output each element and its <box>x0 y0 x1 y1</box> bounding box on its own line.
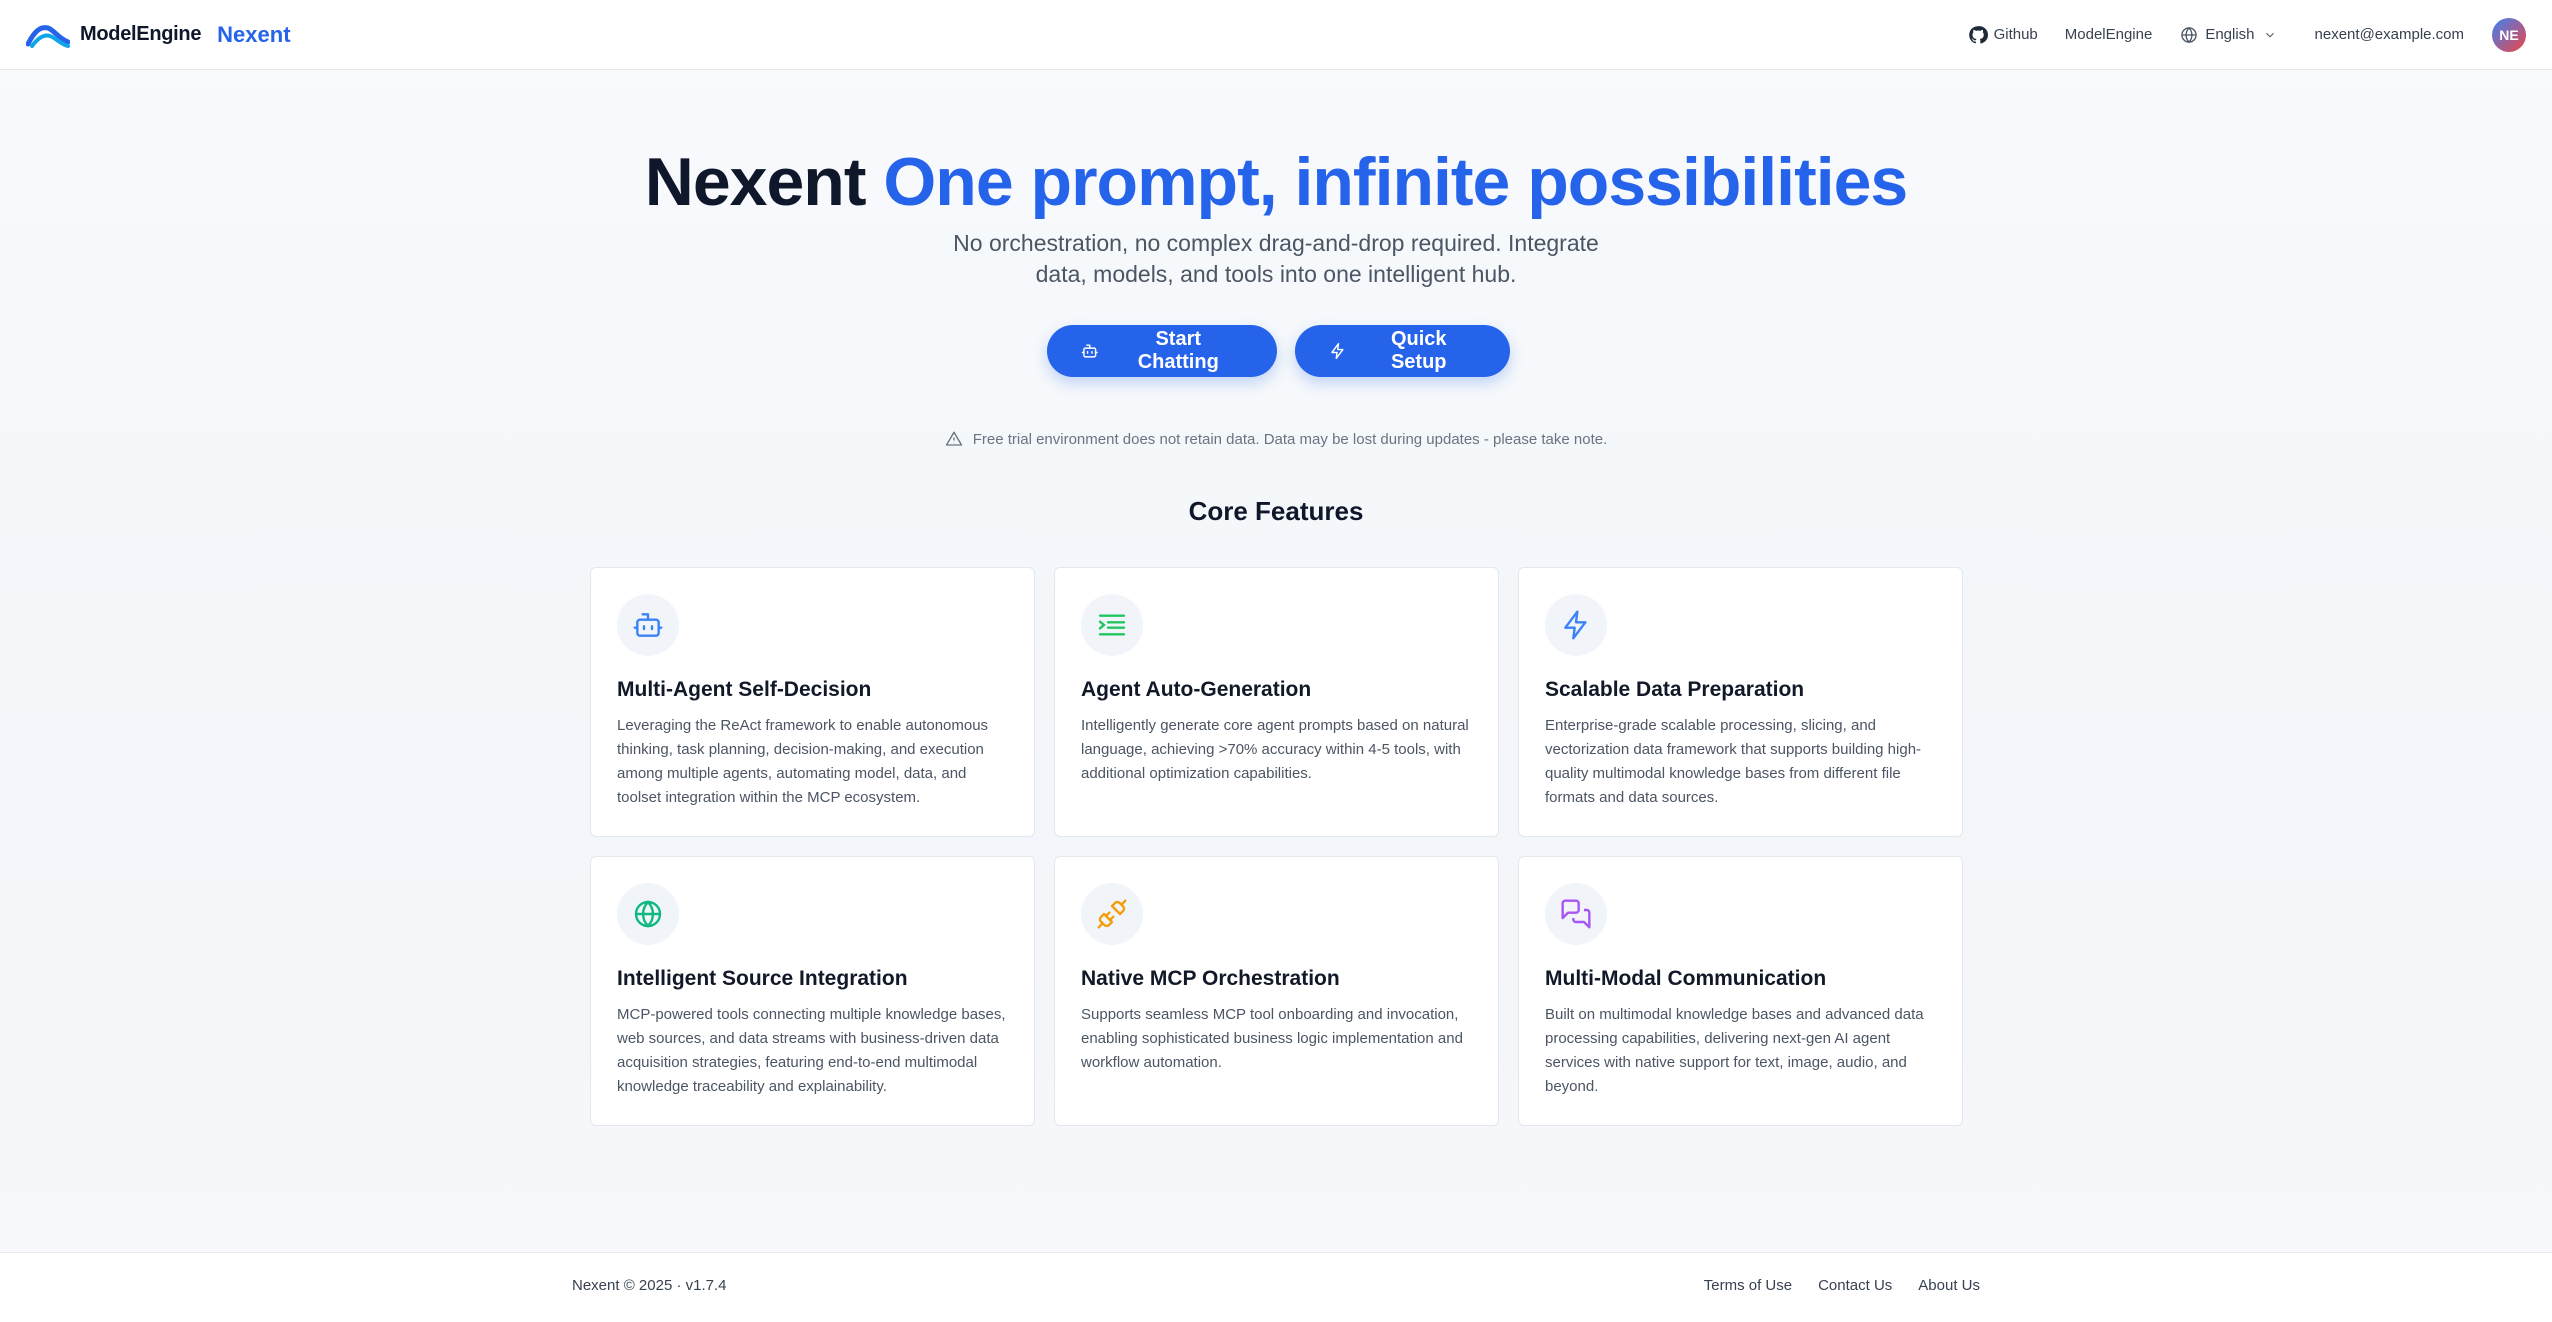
chat-bubbles-icon <box>1561 899 1591 929</box>
feature-card: Native MCP Orchestration Supports seamle… <box>1054 856 1499 1126</box>
feature-icon-wrapper <box>1081 883 1143 945</box>
contact-us-link[interactable]: Contact Us <box>1818 1277 1892 1294</box>
warning-icon <box>945 431 962 446</box>
globe-icon <box>634 900 662 928</box>
nav-modelengine-link[interactable]: ModelEngine <box>2065 26 2153 43</box>
trial-notice-text: Free trial environment does not retain d… <box>972 430 1608 448</box>
quick-setup-label: Quick Setup <box>1390 328 1447 373</box>
feature-icon-wrapper <box>617 594 679 656</box>
feature-icon-wrapper <box>1545 883 1607 945</box>
feature-card: Multi-Modal Communication Built on multi… <box>1518 856 1963 1126</box>
start-chatting-label: Start Chatting <box>1137 328 1219 373</box>
feature-icon-wrapper <box>1545 594 1607 656</box>
feature-description: Enterprise-grade scalable processing, sl… <box>1545 717 1922 806</box>
features-grid: Multi-Agent Self-Decision Leveraging the… <box>590 567 1963 1126</box>
hero-title-prefix: Nexent <box>644 144 867 220</box>
terms-of-use-link[interactable]: Terms of Use <box>1704 1277 1792 1294</box>
lightning-icon <box>1564 610 1587 640</box>
feature-description: Supports seamless MCP tool onboarding an… <box>1081 1006 1463 1071</box>
top-header: ModelEngine Nexent Github ModelEngine En… <box>0 0 2552 70</box>
feature-title: Scalable Data Preparation <box>1545 678 1805 701</box>
footer-copyright: Nexent © 2025 · v1.7.4 <box>572 1277 727 1294</box>
footer: Nexent © 2025 · v1.7.4 Terms of Use Cont… <box>0 1252 2552 1322</box>
language-selector[interactable]: English <box>2179 25 2276 45</box>
feature-title: Intelligent Source Integration <box>617 967 908 990</box>
feature-description: MCP-powered tools connecting multiple kn… <box>617 1006 1006 1095</box>
hero-subtitle: No orchestration, no complex drag-and-dr… <box>953 230 1599 287</box>
globe-icon <box>2181 26 2198 43</box>
feature-card: Multi-Agent Self-Decision Leveraging the… <box>590 567 1035 837</box>
start-chatting-button[interactable]: Start Chatting <box>1046 325 1277 377</box>
language-label: English <box>2205 26 2255 43</box>
feature-title: Multi-Modal Communication <box>1545 967 1827 990</box>
feature-title: Native MCP Orchestration <box>1081 967 1340 990</box>
feature-card: Intelligent Source Integration MCP-power… <box>590 856 1035 1126</box>
feature-card: Scalable Data Preparation Enterprise-gra… <box>1518 567 1963 837</box>
nav-modelengine-label: ModelEngine <box>2064 26 2153 43</box>
core-features-title: Core Features <box>1188 496 1364 526</box>
brand[interactable]: ModelEngine Nexent <box>26 22 291 48</box>
cta-row: Start Chatting Quick Setup <box>0 325 2552 377</box>
feature-icon-wrapper <box>617 883 679 945</box>
nav-github-link[interactable]: Github <box>1968 25 2038 45</box>
quick-setup-button[interactable]: Quick Setup <box>1294 325 1510 377</box>
feature-description: Built on multimodal knowledge bases and … <box>1545 1006 1924 1095</box>
trial-notice: Free trial environment does not retain d… <box>0 430 2552 448</box>
brand-name: ModelEngine <box>80 23 202 45</box>
hero-title-highlight: One prompt, infinite possibilities <box>883 144 1908 220</box>
user-email: nexent@example.com <box>2314 26 2464 43</box>
plug-icon <box>1097 899 1127 929</box>
lightning-icon <box>1330 342 1344 360</box>
modelengine-logo-icon <box>26 24 70 48</box>
feature-title: Multi-Agent Self-Decision <box>617 678 872 701</box>
feature-card: Agent Auto-Generation Intelligently gene… <box>1054 567 1499 837</box>
avatar[interactable]: NE <box>2492 17 2526 52</box>
feature-description: Leveraging the ReAct framework to enable… <box>617 717 989 806</box>
hero-title: Nexent One prompt, infinite possibilitie… <box>0 140 2552 224</box>
top-nav: Github ModelEngine English nexent@exampl… <box>1968 0 2526 69</box>
footer-links: Terms of Use Contact Us About Us <box>1704 1277 1980 1294</box>
feature-icon-wrapper <box>1081 594 1143 656</box>
github-icon <box>1968 25 1988 44</box>
about-us-link[interactable]: About Us <box>1918 1277 1980 1294</box>
product-name: Nexent <box>217 21 291 47</box>
nav-github-label: Github <box>1993 26 2038 43</box>
bot-icon <box>1081 344 1098 358</box>
chevron-down-icon <box>2265 32 2274 37</box>
bot-icon <box>633 613 663 637</box>
feature-description: Intelligently generate core agent prompt… <box>1081 717 1469 782</box>
list-icon <box>1098 614 1126 636</box>
feature-title: Agent Auto-Generation <box>1081 678 1312 701</box>
